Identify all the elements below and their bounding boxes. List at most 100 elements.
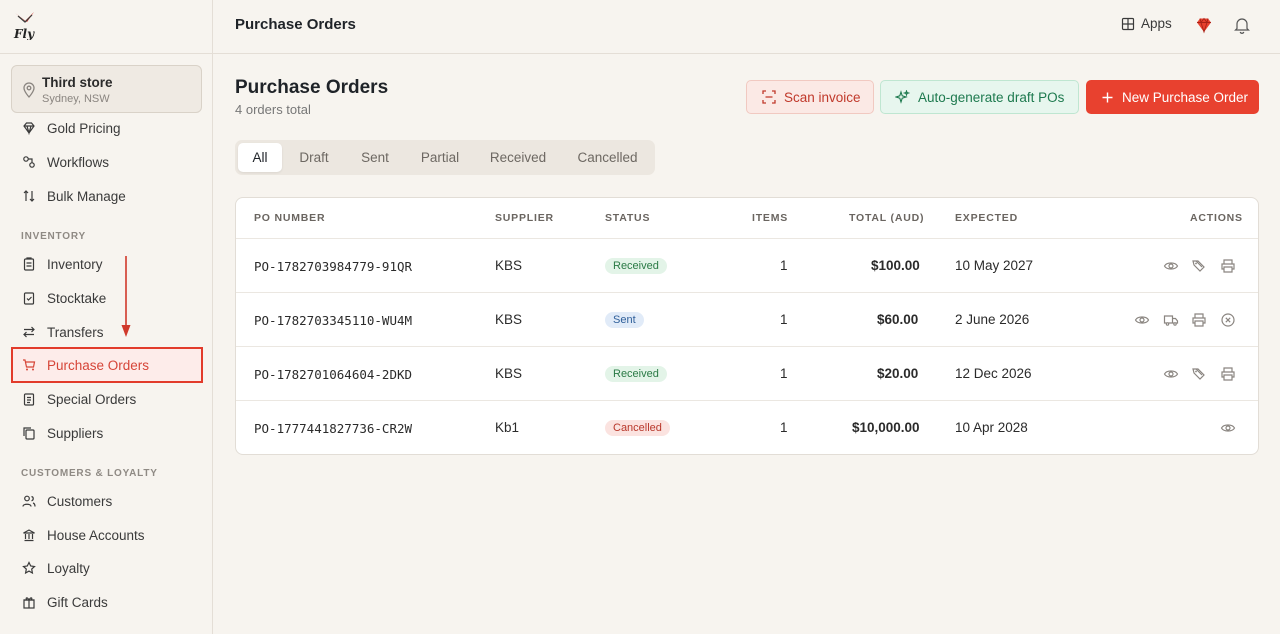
grid-icon <box>1121 17 1135 30</box>
sidebar-divider <box>0 53 213 54</box>
tab-sent[interactable]: Sent <box>347 143 403 172</box>
ruby-gem-icon[interactable] <box>1195 16 1213 34</box>
column-header-supplier[interactable]: SUPPLIER <box>495 212 554 224</box>
auto-generate-button[interactable]: Auto-generate draft POs <box>880 80 1079 114</box>
orders-count: 4 orders total <box>235 102 311 117</box>
po-number[interactable]: PO-1782703345110-WU4M <box>254 313 412 328</box>
sidebar-item-house-accounts[interactable]: House Accounts <box>11 518 203 552</box>
gift-icon <box>22 595 36 609</box>
total: $60.00 <box>877 312 919 327</box>
fly-logo[interactable]: Fly <box>12 10 38 40</box>
store-location: Sydney, NSW <box>42 93 110 105</box>
apps-button[interactable]: Apps <box>1121 16 1172 31</box>
column-header-status[interactable]: STATUS <box>605 212 650 224</box>
cart-icon <box>22 358 36 372</box>
table-row[interactable]: PO-1782703984779-91QR KBS Received 1 $10… <box>236 238 1258 292</box>
items-count: 1 <box>780 258 788 273</box>
tab-partial[interactable]: Partial <box>409 143 471 172</box>
items-count: 1 <box>780 312 788 327</box>
header-title: Purchase Orders <box>235 16 356 33</box>
supplier: KBS <box>495 312 523 327</box>
scan-invoice-button[interactable]: Scan invoice <box>746 80 874 114</box>
tab-all[interactable]: All <box>238 143 282 172</box>
sidebar-item-bulk-manage[interactable]: Bulk Manage <box>11 179 203 213</box>
sidebar-item-transfers[interactable]: Transfers <box>11 315 203 349</box>
items-count: 1 <box>780 420 788 435</box>
status-badge: Received <box>605 366 667 382</box>
location-pin-icon <box>23 82 35 98</box>
expected-date: 2 June 2026 <box>955 312 1030 327</box>
sidebar-item-workflows[interactable]: Workflows <box>11 145 203 179</box>
plus-icon <box>1102 92 1113 102</box>
table-row[interactable]: PO-1782701064604-2DKD KBS Received 1 $20… <box>236 346 1258 400</box>
tab-cancelled[interactable]: Cancelled <box>565 143 650 172</box>
column-header-actions: ACTIONS <box>1190 212 1243 224</box>
po-number[interactable]: PO-1777441827736-CR2W <box>254 421 412 436</box>
gem-icon <box>22 121 36 135</box>
status-badge: Received <box>605 258 667 274</box>
transfer-arrows-icon <box>22 325 36 339</box>
total: $10,000.00 <box>852 420 920 435</box>
store-name: Third store <box>42 75 113 90</box>
print-icon[interactable] <box>1220 258 1236 274</box>
apps-label: Apps <box>1141 16 1172 31</box>
sidebar-item-special-orders[interactable]: Special Orders <box>11 382 203 416</box>
sidebar: Fly Third store Sydney, NSW Gold Pricing… <box>0 0 213 634</box>
sidebar-item-inventory[interactable]: Inventory <box>11 247 203 281</box>
po-number[interactable]: PO-1782703984779-91QR <box>254 259 412 274</box>
sort-arrows-icon <box>22 189 36 203</box>
tag-icon[interactable] <box>1191 366 1207 382</box>
column-header-total[interactable]: TOTAL (AUD) <box>849 212 924 224</box>
view-icon[interactable] <box>1134 312 1150 328</box>
total: $20.00 <box>877 366 919 381</box>
view-icon[interactable] <box>1163 366 1179 382</box>
clipboard-list-icon <box>22 392 36 406</box>
supplier: KBS <box>495 366 523 381</box>
expected-date: 10 Apr 2028 <box>955 420 1028 435</box>
po-number[interactable]: PO-1782701064604-2DKD <box>254 367 412 382</box>
column-header-expected[interactable]: EXPECTED <box>955 212 1018 224</box>
cancel-icon[interactable] <box>1220 312 1236 328</box>
new-purchase-order-button[interactable]: New Purchase Order <box>1086 80 1259 114</box>
items-count: 1 <box>780 366 788 381</box>
top-bar: Purchase Orders Apps <box>213 0 1280 54</box>
users-icon <box>22 494 36 508</box>
purchase-orders-table: PO NUMBER SUPPLIER STATUS ITEMS TOTAL (A… <box>235 197 1259 455</box>
star-icon <box>22 561 36 575</box>
workflow-icon <box>22 155 36 169</box>
print-icon[interactable] <box>1191 312 1207 328</box>
tab-received[interactable]: Received <box>478 143 558 172</box>
sidebar-item-stocktake[interactable]: Stocktake <box>11 281 203 315</box>
column-header-po-number[interactable]: PO NUMBER <box>254 212 325 224</box>
sidebar-item-gift-cards[interactable]: Gift Cards <box>11 585 203 619</box>
sidebar-item-customers[interactable]: Customers <box>11 484 203 518</box>
view-icon[interactable] <box>1220 420 1236 436</box>
expected-date: 12 Dec 2026 <box>955 366 1032 381</box>
sidebar-item-suppliers[interactable]: Suppliers <box>11 416 203 450</box>
section-title-inventory: INVENTORY <box>21 231 86 242</box>
sparkles-icon <box>895 89 910 104</box>
page-title: Purchase Orders <box>235 77 389 98</box>
truck-icon[interactable] <box>1163 312 1179 328</box>
store-selector[interactable]: Third store Sydney, NSW <box>11 65 202 113</box>
bell-icon[interactable] <box>1234 16 1250 34</box>
tag-icon[interactable] <box>1191 258 1207 274</box>
column-header-items[interactable]: ITEMS <box>752 212 788 224</box>
annotation-arrow <box>121 256 131 337</box>
table-row[interactable]: PO-1782703345110-WU4M KBS Sent 1 $60.00 … <box>236 292 1258 346</box>
status-badge: Cancelled <box>605 420 670 436</box>
clipboard-check-icon <box>22 291 36 305</box>
copy-icon <box>22 426 36 440</box>
sidebar-item-gold-pricing[interactable]: Gold Pricing <box>11 111 203 145</box>
print-icon[interactable] <box>1220 366 1236 382</box>
bank-icon <box>22 528 36 542</box>
expected-date: 10 May 2027 <box>955 258 1034 273</box>
sidebar-item-loyalty[interactable]: Loyalty <box>11 551 203 585</box>
sidebar-item-purchase-orders[interactable]: Purchase Orders <box>11 347 203 383</box>
status-tabs: All Draft Sent Partial Received Cancelle… <box>235 140 655 175</box>
status-badge: Sent <box>605 312 644 328</box>
scan-icon <box>762 90 776 104</box>
view-icon[interactable] <box>1163 258 1179 274</box>
table-row[interactable]: PO-1777441827736-CR2W Kb1 Cancelled 1 $1… <box>236 400 1258 454</box>
tab-draft[interactable]: Draft <box>287 143 341 172</box>
